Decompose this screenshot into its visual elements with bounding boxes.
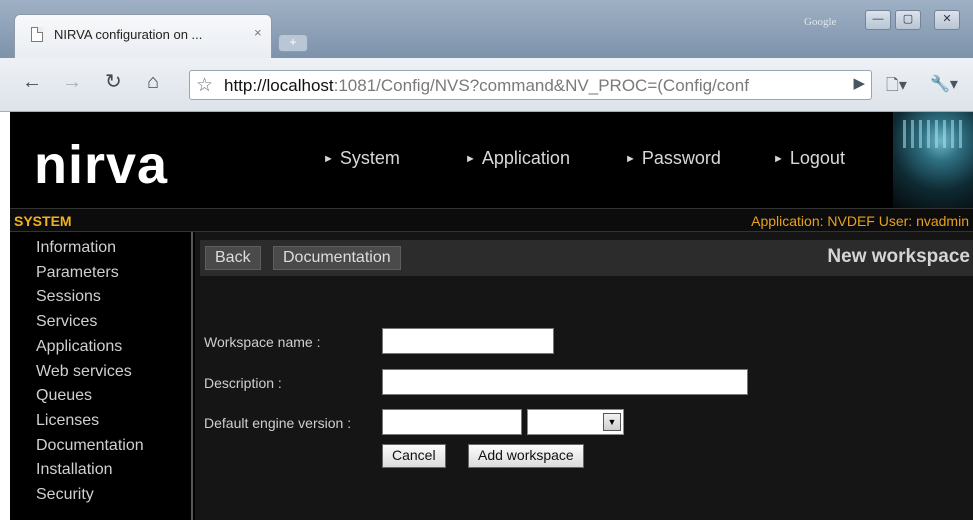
tab-title: NIRVA configuration on ... xyxy=(54,27,203,42)
sidebar-item-licenses[interactable]: Licenses xyxy=(10,409,191,434)
section-title: SYSTEM xyxy=(14,213,72,229)
engine-version-label: Default engine version : xyxy=(204,415,352,431)
workspace-name-label: Workspace name : xyxy=(204,334,321,350)
sidebar-item-parameters[interactable]: Parameters xyxy=(10,261,191,286)
forward-arrow-icon[interactable]: → xyxy=(62,72,82,92)
sidebar-item-services[interactable]: Services xyxy=(10,310,191,335)
maximize-button[interactable]: ▢ xyxy=(895,10,921,30)
sidebar-item-queues[interactable]: Queues xyxy=(10,384,191,409)
sidebar-menu: Information Parameters Sessions Services… xyxy=(10,232,193,520)
browser-tab[interactable]: NIRVA configuration on ... × xyxy=(14,14,272,60)
tab-close-icon[interactable]: × xyxy=(254,25,262,40)
web-page: nirva ► System ► Application ► Password ► Lo… xyxy=(0,112,973,520)
sidebar-item-applications[interactable]: Applications xyxy=(10,335,191,360)
description-label: Description : xyxy=(204,375,282,391)
bookmark-star-icon[interactable]: ☆ xyxy=(196,74,213,97)
sidebar-item-installation[interactable]: Installation xyxy=(10,458,191,483)
workspace-name-input[interactable] xyxy=(382,328,554,354)
go-icon[interactable]: ▶ xyxy=(853,74,865,92)
documentation-button[interactable]: Documentation xyxy=(273,246,401,270)
browser-titlebar: NIRVA configuration on ... × + Google — … xyxy=(0,0,973,60)
status-bar: SYSTEM Application: NVDEF User: nvadmin xyxy=(10,208,973,232)
window-close-button[interactable]: ✕ xyxy=(934,10,960,30)
page-title: New workspace xyxy=(827,246,970,267)
chevron-down-icon[interactable]: ▼ xyxy=(603,413,621,431)
cancel-button[interactable]: Cancel xyxy=(382,444,446,468)
nav-password[interactable]: ► Password xyxy=(625,148,721,169)
new-tab-button[interactable]: + xyxy=(278,34,308,52)
session-info: Application: NVDEF User: nvadmin xyxy=(751,213,969,229)
nav-system[interactable]: ► System xyxy=(323,148,400,169)
engine-version-input[interactable] xyxy=(382,409,522,435)
header-photo xyxy=(893,112,973,208)
reload-icon[interactable]: ↻ xyxy=(105,72,122,92)
back-arrow-icon[interactable]: ← xyxy=(22,72,42,92)
description-input[interactable] xyxy=(382,369,748,395)
action-bar: Back Documentation New workspace xyxy=(200,240,973,276)
address-bar[interactable]: ☆ http://localhost:1081/Config/NVS?comma… xyxy=(189,70,872,100)
site-header: nirva ► System ► Application ► Password ► Lo… xyxy=(10,112,973,208)
nav-logout[interactable]: ► Logout xyxy=(773,148,845,169)
minimize-button[interactable]: — xyxy=(865,10,891,30)
search-engine-label: Google xyxy=(804,16,837,28)
sidebar-item-security[interactable]: Security xyxy=(10,483,191,508)
sidebar-item-web-services[interactable]: Web services xyxy=(10,360,191,385)
left-edge xyxy=(0,112,10,520)
url-text[interactable]: http://localhost:1081/Config/NVS?command… xyxy=(224,76,794,96)
sidebar-item-sessions[interactable]: Sessions xyxy=(10,285,191,310)
sidebar-item-documentation[interactable]: Documentation xyxy=(10,434,191,459)
add-workspace-button[interactable]: Add workspace xyxy=(468,444,584,468)
browser-toolbar: ← → ↻ ⌂ ☆ http://localhost:1081/Config/N… xyxy=(0,58,973,112)
back-button[interactable]: Back xyxy=(205,246,261,270)
home-icon[interactable]: ⌂ xyxy=(147,72,159,92)
sidebar-item-information[interactable]: Information xyxy=(10,236,191,261)
page-menu-icon[interactable]: 🗋▾ xyxy=(886,74,907,101)
nirva-logo: nirva xyxy=(34,135,169,195)
main-content: Back Documentation New workspace Workspa… xyxy=(195,232,973,520)
wrench-menu-icon[interactable]: 🔧▾ xyxy=(930,74,958,94)
page-icon xyxy=(31,27,43,42)
nav-application[interactable]: ► Application xyxy=(465,148,570,169)
engine-version-select[interactable]: ▼ xyxy=(527,409,624,435)
